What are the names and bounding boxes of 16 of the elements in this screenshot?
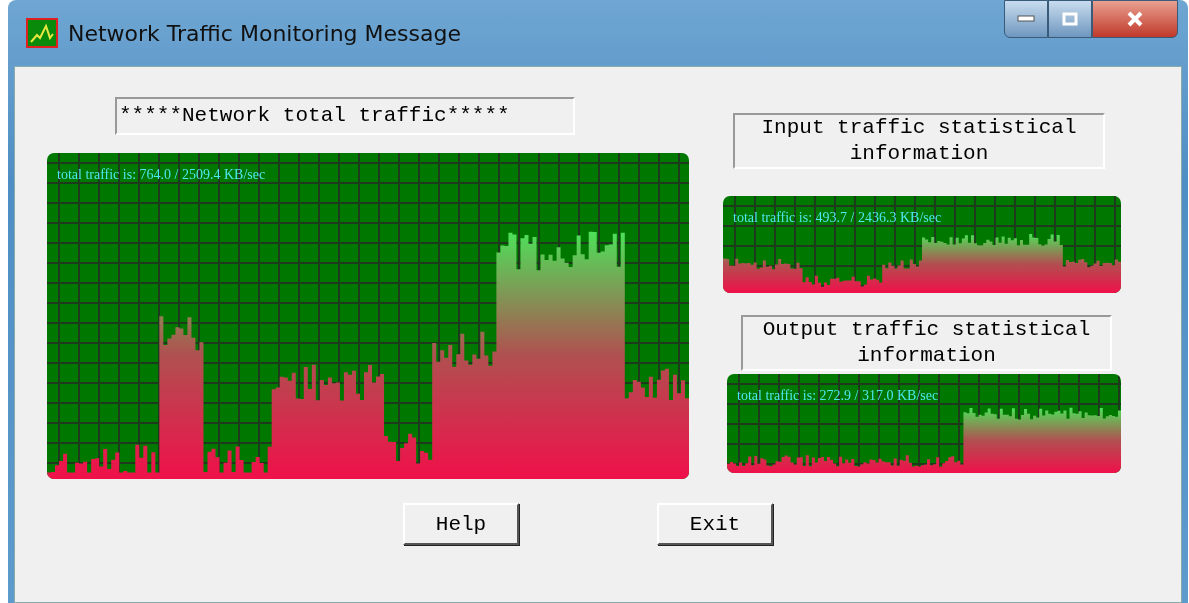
dialog-button[interactable]: Exit <box>657 503 773 545</box>
minimize-icon <box>1017 15 1035 23</box>
maximize-button[interactable] <box>1048 0 1092 38</box>
chart-icon <box>26 18 58 48</box>
close-icon <box>1126 11 1144 27</box>
traffic-reading: total traffic is: 764.0 / 2509.4 KB/sec <box>57 167 266 183</box>
section-heading: *****Network total traffic***** <box>115 97 575 135</box>
window-title: Network Traffic Monitoring Message <box>68 20 461 46</box>
close-button[interactable] <box>1092 0 1178 38</box>
traffic-reading: total traffic is: 272.9 / 317.0 KB/sec <box>737 388 939 404</box>
section-heading: Output traffic statistical information <box>741 315 1112 371</box>
minimize-button[interactable] <box>1004 0 1048 38</box>
dialog-button[interactable]: Help <box>403 503 519 545</box>
traffic-reading: total traffic is: 493.7 / 2436.3 KB/sec <box>733 210 942 226</box>
maximize-icon <box>1062 12 1078 26</box>
section-heading: Input traffic statistical information <box>733 113 1105 169</box>
